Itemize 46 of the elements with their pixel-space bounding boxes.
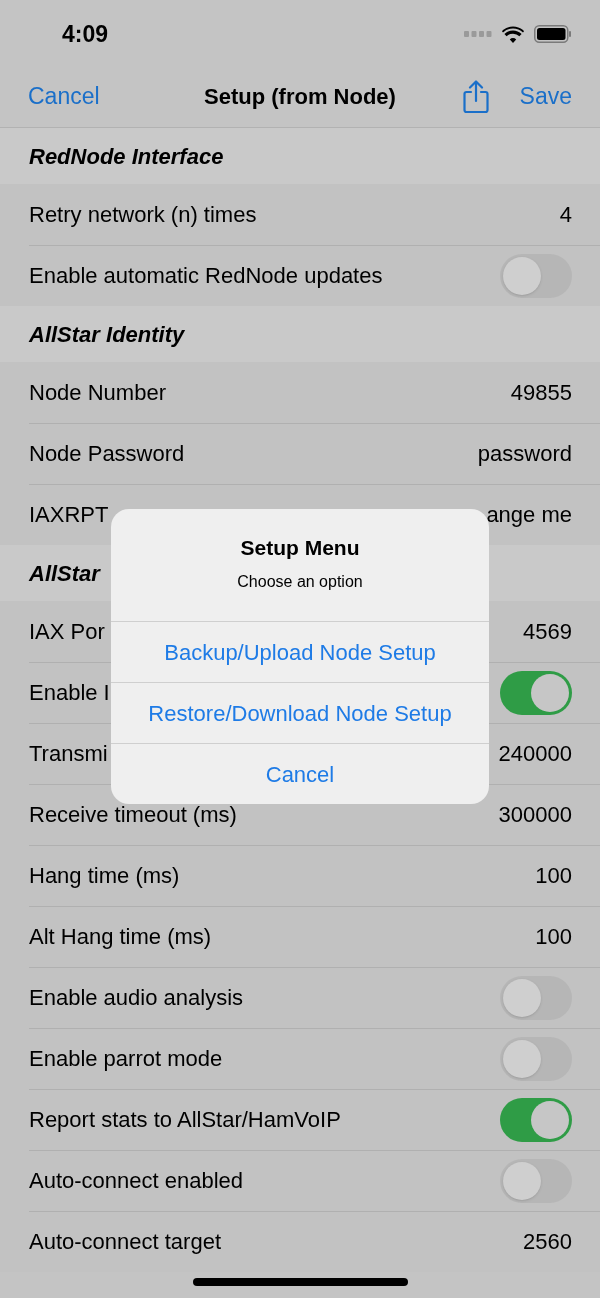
setting-value[interactable]: ange me	[486, 498, 572, 531]
toggle-switch[interactable]	[500, 1097, 572, 1142]
share-icon[interactable]	[461, 79, 490, 114]
setting-label: Auto-connect target	[29, 1228, 221, 1256]
setting-value[interactable]: 100	[535, 859, 572, 892]
alert-action[interactable]: Backup/Upload Node Setup	[111, 621, 489, 682]
setting-value[interactable]: password	[477, 437, 572, 470]
cellular-signal-icon	[464, 31, 492, 37]
section-header: AllStar Identity	[29, 320, 185, 349]
alert-action[interactable]: Restore/Download Node Setup	[111, 682, 489, 743]
setting-value[interactable]: 240000	[498, 737, 572, 770]
setting-value[interactable]: 4	[559, 198, 572, 231]
setting-value[interactable]: 100	[535, 920, 572, 953]
setting-label: Enable automatic RedNode updates	[29, 262, 383, 290]
setting-value[interactable]: 49855	[510, 376, 572, 409]
setting-label: Report stats to AllStar/HamVoIP	[29, 1106, 341, 1134]
setting-label: Transmi	[29, 740, 108, 768]
setting-label: Hang time (ms)	[29, 862, 180, 890]
section-header: AllStar	[29, 559, 100, 588]
status-time: 4:09	[62, 19, 109, 49]
toggle-switch[interactable]	[500, 253, 572, 298]
nav-title: Setup (from Node)	[204, 83, 396, 111]
toggle-switch[interactable]	[500, 670, 572, 715]
toggle-switch[interactable]	[500, 975, 572, 1020]
setting-label: IAX Por	[29, 618, 105, 646]
setting-value[interactable]: 2560	[523, 1225, 572, 1258]
setting-label: Node Number	[29, 379, 166, 407]
battery-icon	[534, 25, 572, 43]
section-header: RedNode Interface	[29, 142, 224, 171]
setting-value[interactable]: 300000	[498, 798, 572, 831]
setting-label: Enable parrot mode	[29, 1045, 223, 1073]
toggle-switch[interactable]	[500, 1158, 572, 1203]
alert-message: Choose an option	[237, 571, 363, 592]
setting-label: Retry network (n) times	[29, 201, 257, 229]
setting-label: Receive timeout (ms)	[29, 801, 237, 829]
alert-action[interactable]: Cancel	[111, 743, 489, 804]
alert-title: Setup Menu	[240, 535, 360, 562]
wifi-icon	[502, 25, 524, 43]
setting-label: Enable audio analysis	[29, 984, 244, 1012]
toggle-switch[interactable]	[500, 1036, 572, 1081]
setting-label: IAXRPT	[29, 501, 109, 529]
setting-label: Node Password	[29, 440, 185, 468]
setting-label: Alt Hang time (ms)	[29, 923, 212, 951]
setting-label: Auto-connect enabled	[29, 1167, 244, 1195]
setting-value[interactable]: 4569	[523, 615, 572, 648]
setting-label: Enable I	[29, 679, 110, 707]
